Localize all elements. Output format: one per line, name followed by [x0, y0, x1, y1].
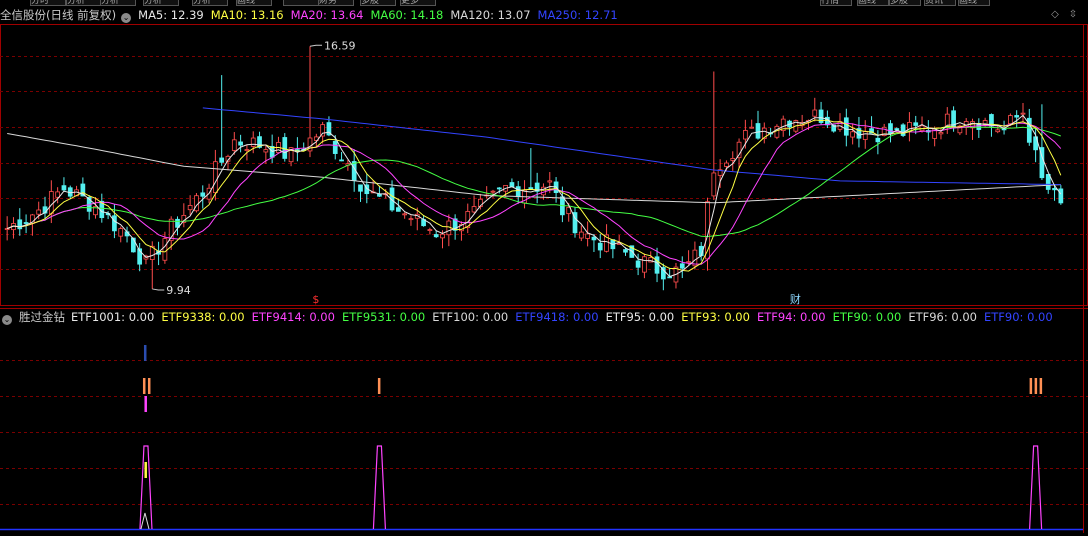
candle-body	[528, 187, 534, 190]
candle-body	[433, 234, 439, 238]
low-pointer	[152, 288, 165, 291]
candle-body	[724, 162, 729, 167]
chart-canvas: 16.59 9.94 $ 财	[0, 24, 1088, 533]
candle-body	[711, 172, 717, 197]
candle-body	[623, 249, 628, 253]
candle-body	[162, 238, 168, 261]
candle-body	[332, 140, 338, 154]
candle-body	[263, 149, 269, 153]
candle-body	[894, 128, 900, 130]
candle-body	[938, 132, 944, 135]
candle-body	[36, 209, 42, 215]
candle-body	[743, 130, 748, 140]
candle-body	[1045, 174, 1051, 190]
candle-body	[995, 129, 1001, 133]
candle-body	[17, 219, 23, 230]
dollar-marker: $	[312, 293, 319, 306]
candle-body	[642, 256, 647, 273]
candle-body	[515, 186, 521, 198]
candle-body	[597, 242, 603, 251]
candle-body	[875, 137, 881, 143]
high-pointer	[309, 44, 323, 47]
candle-body	[200, 192, 206, 197]
candle-body	[730, 158, 736, 161]
candle-body	[23, 222, 29, 224]
candle-body	[585, 233, 590, 239]
signal-peak	[1029, 445, 1043, 530]
candle-body	[578, 231, 584, 239]
candle-body	[850, 131, 855, 138]
candle-body	[900, 124, 906, 136]
signal-tick-orange	[147, 378, 151, 394]
candle-body	[244, 149, 250, 151]
low-price-label: 9.94	[166, 284, 191, 297]
candle-body	[547, 180, 553, 183]
candle-body	[862, 130, 868, 140]
candle-body	[1001, 128, 1007, 131]
signal-tick-orange	[377, 378, 381, 394]
cai-marker: 财	[790, 292, 801, 306]
candle-body	[427, 229, 433, 231]
candle-body	[1052, 188, 1057, 191]
candle-body	[187, 205, 193, 211]
candle-body	[282, 137, 288, 159]
signal-small-peak	[140, 512, 150, 530]
candle-body	[679, 263, 685, 269]
candle-body	[496, 187, 502, 190]
candle-body	[112, 215, 117, 232]
candle-body	[686, 261, 691, 264]
candle-body	[213, 161, 218, 194]
candle-body	[118, 228, 124, 237]
candle-body	[358, 184, 363, 192]
candle-body	[130, 237, 136, 253]
candle-body	[402, 213, 408, 216]
candle-body	[490, 190, 496, 193]
candle-body	[395, 207, 401, 212]
high-price-label: 16.59	[324, 39, 356, 52]
candle-body	[1020, 112, 1026, 115]
candle-body	[913, 122, 919, 126]
signal-tick-magenta	[144, 396, 147, 412]
signal-tick-orange	[142, 378, 146, 394]
candle-body	[1008, 115, 1013, 125]
main-panel-frame	[0, 24, 1088, 306]
candle-body	[843, 117, 849, 136]
signal-tick-blue	[143, 345, 147, 361]
candle-body	[440, 233, 445, 239]
candle-body	[1014, 115, 1020, 118]
candle-body	[48, 191, 54, 215]
signal-tick-orange	[1034, 378, 1038, 394]
candle-body	[635, 260, 641, 268]
candle-body	[238, 141, 243, 146]
candle-body	[4, 228, 10, 230]
candle-body	[377, 193, 382, 197]
signal-peak	[372, 445, 387, 530]
candle-body	[231, 139, 237, 151]
candle-body	[755, 123, 761, 139]
candle-body	[408, 218, 414, 221]
candle-body	[219, 157, 225, 163]
candle-body	[749, 126, 755, 129]
candle-body	[1058, 188, 1064, 204]
signal-tick-orange	[1029, 378, 1033, 394]
candle-body	[888, 123, 893, 135]
signal-tick-yellow	[144, 462, 147, 478]
candle-body	[250, 137, 256, 147]
candle-body	[61, 185, 67, 191]
candle-body	[591, 236, 597, 241]
candle-body	[471, 206, 477, 213]
signal-tick-orange	[1039, 378, 1043, 394]
candle-body	[339, 159, 344, 162]
candle-body	[509, 182, 515, 188]
candle-body	[812, 109, 818, 117]
